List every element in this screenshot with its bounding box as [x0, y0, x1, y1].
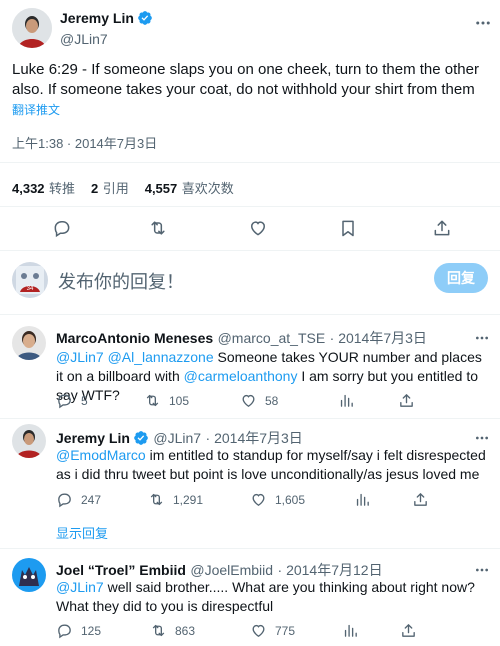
reply-icon	[56, 491, 73, 508]
reply-count: 247	[81, 492, 102, 507]
svg-text:34: 34	[27, 286, 34, 292]
retweets-stat[interactable]: 4,332 转推	[12, 178, 75, 198]
reply-author-name[interactable]: MarcoAntonio Meneses	[56, 330, 213, 346]
reply-text: @EmodMarco im entitled to standup for my…	[56, 446, 486, 484]
retweet-action[interactable]: 105	[144, 392, 189, 409]
like-count: 775	[275, 623, 296, 638]
like-icon	[250, 622, 267, 639]
reply-author-handle[interactable]: @marco_at_TSE	[218, 330, 326, 346]
translate-link[interactable]: 翻译推文	[12, 101, 60, 118]
reply-author-name[interactable]: Joel “Troel” Embiid	[56, 562, 186, 578]
reply-action[interactable]: 125	[56, 622, 101, 639]
retweet-icon	[144, 392, 161, 409]
like-action[interactable]: 58	[240, 392, 278, 409]
reply-icon	[56, 622, 73, 639]
reply-header: Jeremy Lin @JLin7 · 2014年7月3日	[56, 428, 303, 448]
user-avatar[interactable]: 34	[12, 262, 48, 298]
retweet-icon	[148, 491, 165, 508]
divider	[0, 250, 500, 251]
like-action[interactable]: 1,605	[250, 491, 305, 508]
bookmark-icon[interactable]	[338, 218, 358, 238]
divider	[0, 418, 500, 419]
quotes-stat[interactable]: 2 引用	[91, 178, 129, 198]
divider	[0, 162, 500, 163]
reply-header: MarcoAntonio Meneses @marco_at_TSE · 201…	[56, 328, 427, 348]
more-icon[interactable]	[474, 430, 490, 446]
divider	[0, 314, 500, 315]
retweet-action[interactable]: 1,291	[148, 491, 203, 508]
reply-button[interactable]: 回复	[434, 263, 488, 293]
tweet-timestamp[interactable]: 上午1:38 · 2014年7月3日	[12, 133, 157, 152]
more-icon[interactable]	[474, 14, 492, 32]
reply-body: well said brother..... What are you thin…	[56, 579, 475, 614]
show-replies-link[interactable]: 显示回复	[56, 523, 108, 542]
mention-link[interactable]: @EmodMarco	[56, 447, 146, 463]
author-name[interactable]: Jeremy Lin	[60, 10, 134, 26]
retweet-count: 1,291	[173, 492, 204, 507]
share-icon[interactable]	[412, 491, 429, 508]
author-avatar[interactable]	[12, 8, 52, 48]
tweet-text: Luke 6:29 - If someone slaps you on one …	[12, 61, 479, 98]
like-icon	[250, 491, 267, 508]
retweet-icon	[150, 622, 167, 639]
share-icon[interactable]	[400, 622, 417, 639]
reply-icon	[56, 392, 73, 409]
tweet-action-bar	[52, 218, 462, 240]
like-icon[interactable]	[248, 218, 268, 238]
author-header: Jeremy Lin @JLin7	[60, 10, 153, 47]
like-count: 1,605	[275, 492, 306, 507]
like-action[interactable]: 775	[250, 622, 295, 639]
divider	[0, 206, 500, 207]
like-count: 58	[265, 393, 279, 408]
tweet-stats: 4,332 转推 2 引用 4,557 喜欢次数	[12, 178, 234, 198]
share-icon[interactable]	[398, 392, 415, 409]
reply-avatar[interactable]	[12, 558, 46, 592]
views-icon[interactable]	[342, 622, 359, 639]
reply-avatar[interactable]	[12, 424, 46, 458]
reply-date[interactable]: · 2014年7月3日	[330, 330, 427, 346]
reply-action-bar: 125 863 775	[56, 622, 476, 640]
reply-date[interactable]: · 2014年7月3日	[206, 430, 303, 446]
retweet-icon[interactable]	[148, 218, 168, 238]
more-icon[interactable]	[474, 330, 490, 346]
mention-link[interactable]: @JLin7	[56, 579, 104, 595]
mention-link[interactable]: @carmeloanthony	[184, 368, 298, 384]
reply-composer-input[interactable]: 发布你的回复！	[58, 268, 184, 294]
divider	[0, 548, 500, 549]
reply-header: Joel “Troel” Embiid @JoelEmbiid · 2014年7…	[56, 560, 383, 580]
likes-stat[interactable]: 4,557 喜欢次数	[145, 178, 234, 198]
reply-author-handle[interactable]: @JLin7	[153, 430, 201, 446]
reply-author-handle[interactable]: @JoelEmbiid	[190, 562, 273, 578]
reply-date[interactable]: · 2014年7月12日	[278, 562, 383, 578]
views-icon[interactable]	[354, 491, 371, 508]
verified-badge-icon	[137, 10, 153, 26]
more-icon[interactable]	[474, 562, 490, 578]
mention-link[interactable]: @JLin7 @Al_lannazzone	[56, 349, 214, 365]
reply-count: 125	[81, 623, 102, 638]
reply-icon[interactable]	[52, 218, 72, 238]
retweet-count: 863	[175, 623, 196, 638]
reply-action[interactable]: 247	[56, 491, 101, 508]
reply-action-bar: 247 1,291 1,605	[56, 491, 476, 509]
like-icon	[240, 392, 257, 409]
reply-action[interactable]: 5	[56, 392, 88, 409]
verified-badge-icon	[133, 430, 149, 446]
reply-action-bar: 5 105 58	[56, 392, 476, 410]
reply-text: @JLin7 well said brother..... What are y…	[56, 578, 486, 616]
reply-count: 5	[81, 393, 88, 408]
retweet-action[interactable]: 863	[150, 622, 195, 639]
reply-author-name[interactable]: Jeremy Lin	[56, 430, 130, 446]
retweet-count: 105	[169, 393, 190, 408]
share-icon[interactable]	[432, 218, 452, 238]
author-handle[interactable]: @JLin7	[60, 31, 153, 47]
views-icon[interactable]	[338, 392, 355, 409]
reply-avatar[interactable]	[12, 326, 46, 360]
